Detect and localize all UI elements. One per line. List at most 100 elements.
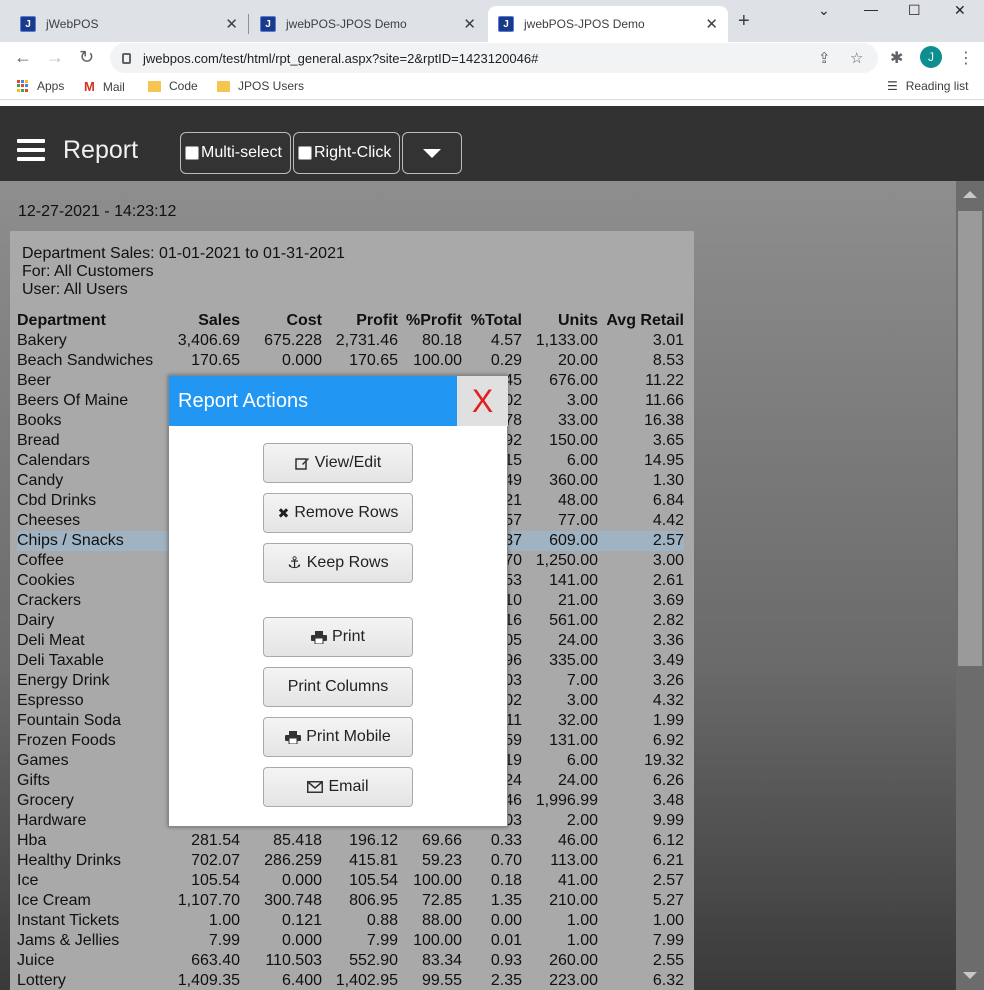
value-cell: 6.21 <box>652 852 684 869</box>
value-cell: 150.00 <box>549 432 598 449</box>
value-cell: 6.00 <box>566 452 598 469</box>
view-edit-button[interactable]: View/Edit <box>263 443 413 483</box>
print-columns-button[interactable]: Print Columns <box>263 667 413 707</box>
value-cell: 6.12 <box>652 832 684 849</box>
department-name-cell: Calendars <box>17 452 90 469</box>
value-cell: 223.00 <box>549 972 598 989</box>
table-row[interactable]: Jams & Jellies 7.99 0.000 7.99 100.00 0.01 1.0… <box>17 931 684 951</box>
table-row[interactable]: Lottery 1,409.35 6.400 1,402.95 99.55 2.35 223… <box>17 971 684 990</box>
column-header[interactable]: Avg Retail <box>598 311 684 331</box>
value-cell: 3.01 <box>652 332 684 349</box>
scroll-up-arrow-icon[interactable] <box>963 191 977 198</box>
department-name-cell: Bakery <box>17 332 67 349</box>
value-cell: 19.32 <box>643 752 684 769</box>
right-click-checkbox[interactable] <box>298 146 312 160</box>
window-close-icon[interactable]: ✕ <box>954 2 966 19</box>
value-cell: 41.00 <box>557 872 598 889</box>
table-row[interactable]: Ice Cream 1,107.70 300.748 806.95 72.85 1.35 2… <box>17 891 684 911</box>
column-header[interactable]: Cost <box>240 311 322 331</box>
bookmark-mail[interactable]: M Mail <box>84 79 125 94</box>
url-text[interactable]: jwebpos.com/test/html/rpt_general.aspx?s… <box>143 51 538 66</box>
bookmark-jpos-users[interactable]: JPOS Users <box>217 79 304 93</box>
value-cell: 3.49 <box>652 652 684 669</box>
tab-close-icon[interactable]: ✕ <box>463 15 476 33</box>
column-header[interactable]: Profit <box>322 311 398 331</box>
tab-jwebpos-demo-active[interactable]: J jwebPOS-JPOS Demo ✕ <box>488 6 728 42</box>
table-header-row: Department Sales Cost Profit %Profit %Total Un… <box>17 311 684 331</box>
tab-close-icon[interactable]: ✕ <box>705 15 718 33</box>
value-cell: 1,133.00 <box>535 332 598 349</box>
department-name-cell: Coffee <box>17 552 64 569</box>
keep-rows-button[interactable]: ⚓ Keep Rows <box>263 543 413 583</box>
reload-icon[interactable]: ↻ <box>79 47 94 68</box>
column-header[interactable]: Department <box>17 311 167 331</box>
value-cell: 2.57 <box>598 531 684 551</box>
bookmark-label: Code <box>169 79 198 93</box>
new-tab-icon[interactable]: + <box>738 10 750 33</box>
column-header[interactable]: Units <box>522 311 598 331</box>
department-name-cell: Games <box>17 752 69 769</box>
value-cell: 3.00 <box>566 692 598 709</box>
print-button[interactable]: Print <box>263 617 413 657</box>
scrollbar[interactable] <box>956 181 984 990</box>
folder-icon <box>217 80 230 92</box>
tab-jwebpos[interactable]: J jWebPOS ✕ <box>10 6 248 42</box>
table-row[interactable]: Healthy Drinks 702.07 286.259 415.81 59.23 0.… <box>17 851 684 871</box>
multi-select-label: Multi-select <box>201 144 282 161</box>
right-click-toggle[interactable]: Right-Click <box>293 132 400 174</box>
department-name-cell: Cheeses <box>17 512 81 529</box>
print-mobile-button[interactable]: Print Mobile <box>263 717 413 757</box>
value-cell: 72.85 <box>421 892 462 909</box>
scroll-down-arrow-icon[interactable] <box>963 972 977 979</box>
report-customer-filter: For: All Customers <box>22 263 154 280</box>
tab-jwebpos-demo-1[interactable]: J jwebPOS-JPOS Demo ✕ <box>250 6 486 42</box>
address-bar[interactable]: jwebpos.com/test/html/rpt_general.aspx?s… <box>110 43 878 73</box>
minimize-icon[interactable]: — <box>864 1 878 17</box>
lock-icon[interactable] <box>122 52 131 64</box>
department-name-cell: Juice <box>17 952 55 969</box>
multi-select-toggle[interactable]: Multi-select <box>180 132 291 174</box>
column-header[interactable]: %Total <box>462 311 522 331</box>
browser-menu-icon[interactable]: ⋮ <box>958 48 974 68</box>
table-row[interactable]: Beach Sandwiches 170.65 0.000 170.65 100.00 0… <box>17 351 684 371</box>
report-user-filter: User: All Users <box>22 281 128 298</box>
printer-icon <box>285 730 302 744</box>
bookmark-apps[interactable]: Apps <box>17 79 64 93</box>
value-cell: 24.00 <box>557 772 598 789</box>
value-cell: 1.30 <box>652 472 684 489</box>
maximize-icon[interactable]: ☐ <box>908 2 921 19</box>
email-button[interactable]: Email <box>263 767 413 807</box>
tab-search-chevron-icon[interactable]: ⌄ <box>818 2 830 19</box>
table-row[interactable]: Juice 663.40 110.503 552.90 83.34 0.93 260.00 2… <box>17 951 684 971</box>
share-icon[interactable]: ⇪ <box>818 49 831 67</box>
bookmark-star-icon[interactable]: ☆ <box>850 49 863 67</box>
column-header[interactable]: %Profit <box>398 311 462 331</box>
remove-rows-button[interactable]: ✖ Remove Rows <box>263 493 413 533</box>
tab-close-icon[interactable]: ✕ <box>225 15 238 33</box>
right-click-label: Right-Click <box>314 144 392 161</box>
table-row[interactable]: Instant Tickets 1.00 0.121 0.88 88.00 0.00 1.0… <box>17 911 684 931</box>
value-cell: 32.00 <box>557 712 598 729</box>
bookmark-code[interactable]: Code <box>148 79 198 93</box>
table-row[interactable]: Hba 281.54 85.418 196.12 69.66 0.33 46.00 6.12 <box>17 831 684 851</box>
table-row[interactable]: Bakery 3,406.69 675.228 2,731.46 80.18 4.57 1,… <box>17 331 684 351</box>
forward-icon[interactable]: → <box>46 47 64 68</box>
value-cell: 11.22 <box>645 372 684 389</box>
jwebpos-favicon-icon: J <box>20 16 36 32</box>
scrollbar-thumb[interactable] <box>958 211 982 666</box>
profile-avatar[interactable]: J <box>920 46 942 68</box>
dropdown-button[interactable] <box>402 132 462 174</box>
value-cell: 170.65 <box>191 352 240 369</box>
multi-select-checkbox[interactable] <box>185 146 199 160</box>
hamburger-menu-icon[interactable] <box>17 139 45 161</box>
dialog-close-button[interactable]: X <box>457 376 508 426</box>
table-row[interactable]: Ice 105.54 0.000 105.54 100.00 0.18 41.00 2.57 <box>17 871 684 891</box>
reading-list-button[interactable]: ☰ Reading list <box>887 79 968 93</box>
tab-divider <box>248 14 249 34</box>
value-cell: 1.00 <box>566 932 598 949</box>
column-header[interactable]: Sales <box>167 311 240 331</box>
browser-toolbar: ← → ↻ jwebpos.com/test/html/rpt_general.… <box>0 42 984 74</box>
edit-icon <box>295 458 309 470</box>
back-icon[interactable]: ← <box>14 47 32 68</box>
extensions-puzzle-icon[interactable]: ✱ <box>890 48 903 68</box>
